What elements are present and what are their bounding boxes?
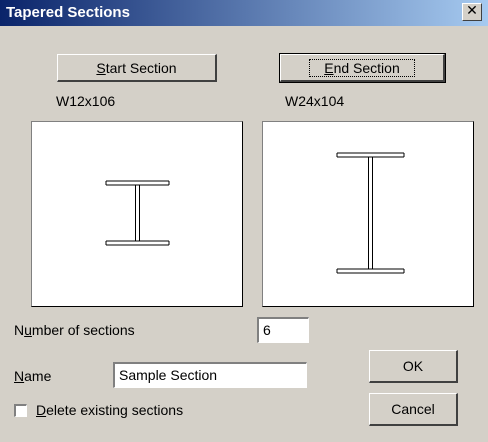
close-icon: ✕ [466,3,478,19]
i-beam-icon [336,152,405,274]
i-beam-icon [105,180,170,246]
name-label: Name [14,368,52,384]
cancel-button[interactable]: Cancel [369,393,458,426]
number-of-sections-label: Number of sections [14,322,135,338]
end-section-label: End Section [309,58,415,77]
start-section-label: Start Section [96,59,177,76]
ok-button[interactable]: OK [369,350,458,383]
start-section-button[interactable]: Start Section [57,54,217,82]
end-section-name: W24x104 [285,93,345,109]
number-of-sections-input[interactable]: 6 [257,317,309,343]
title-bar: Tapered Sections ✕ [0,0,488,26]
name-input[interactable]: Sample Section [113,362,307,388]
start-section-name: W12x106 [56,93,116,109]
end-section-button[interactable]: End Section [279,53,446,83]
end-section-preview [262,121,474,307]
tapered-sections-dialog: Tapered Sections ✕ Start Section End Sec… [0,0,488,442]
delete-existing-label: Delete existing sections [36,402,184,418]
close-button[interactable]: ✕ [462,3,482,21]
delete-existing-checkbox[interactable] [14,404,27,417]
ok-label: OK [402,358,424,374]
cancel-label: Cancel [391,401,435,417]
dialog-title: Tapered Sections [6,4,130,21]
start-section-preview [31,121,243,307]
